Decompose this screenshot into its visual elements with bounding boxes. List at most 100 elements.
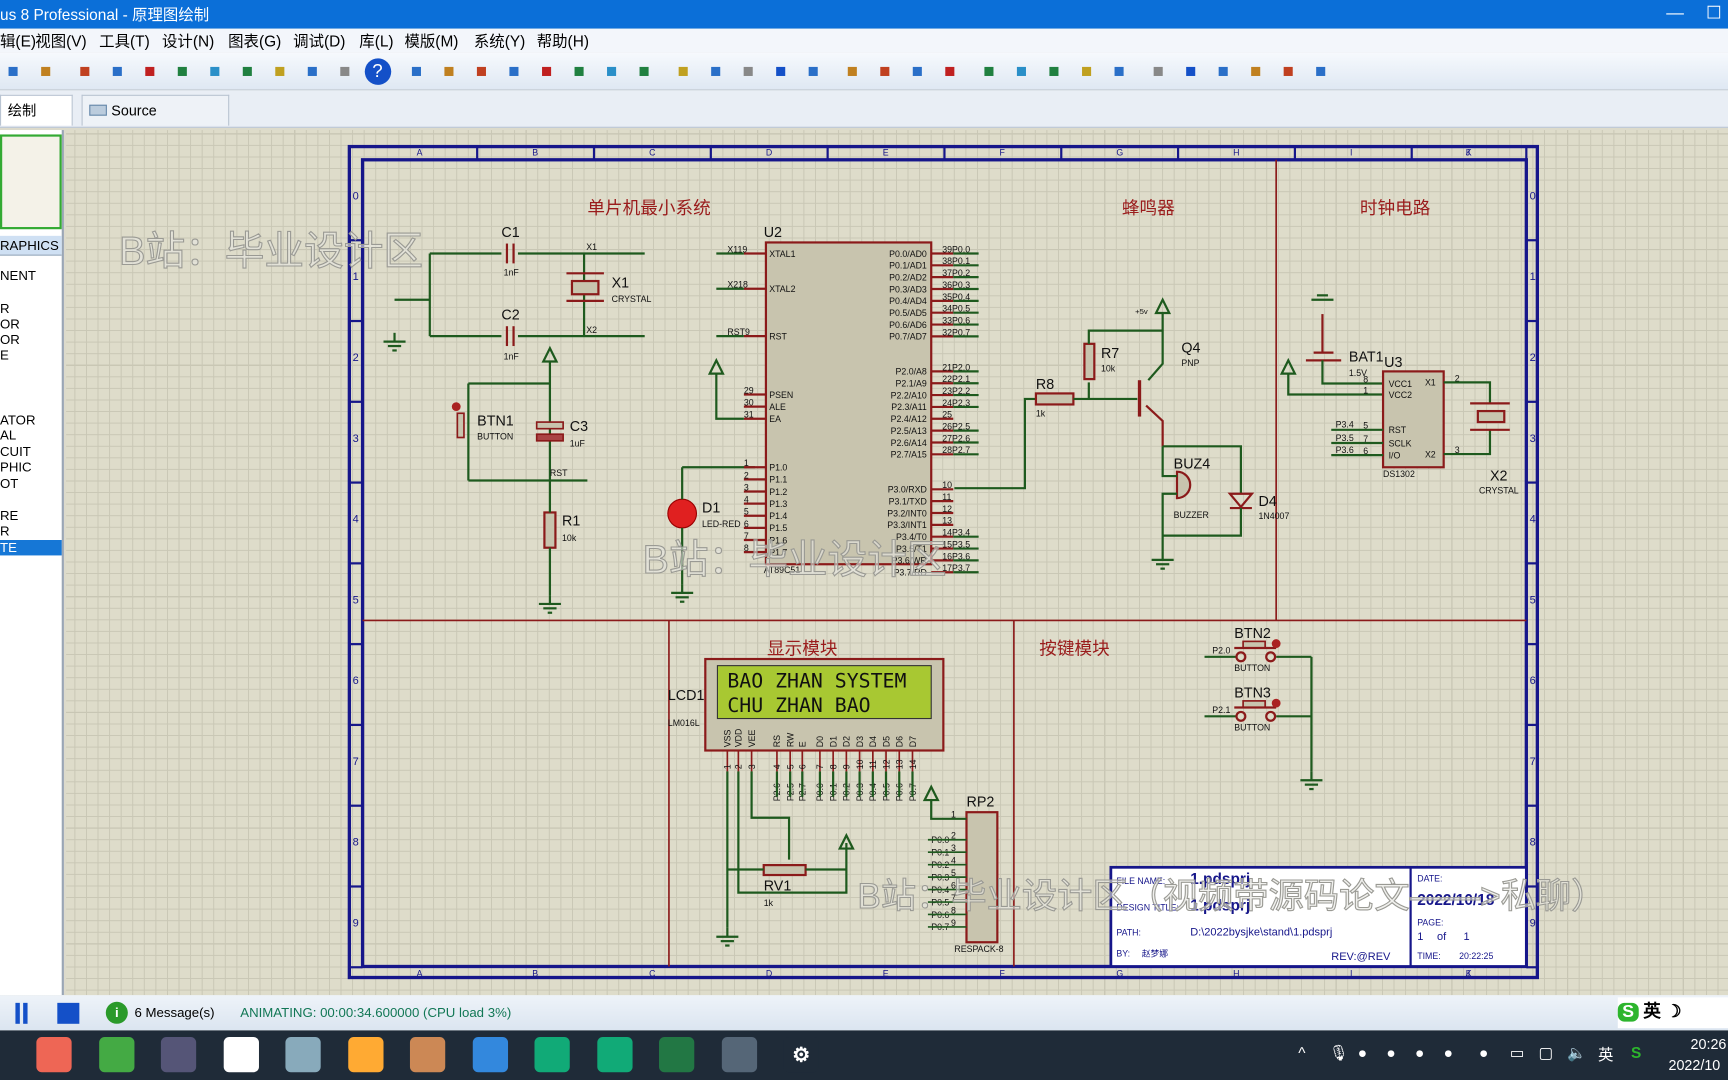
chrome-icon[interactable] [36,1037,72,1073]
wire [1087,329,1163,344]
row-label: 4 [1530,514,1536,526]
pin-name: P2.2/A10 [891,390,927,400]
proteus-icon[interactable] [721,1037,757,1073]
network-icon[interactable]: ▢ [1538,1044,1553,1063]
label: 1 [1417,931,1423,943]
sogou-icon[interactable]: S [1631,1044,1641,1062]
folder-icon[interactable] [347,1037,383,1073]
pin-number: 29 [744,385,754,395]
power-terminal-icon [707,357,725,375]
row-label: 5 [1530,594,1536,606]
pin-name: XTAL2 [769,284,795,294]
column-label: H [1233,147,1239,157]
label: DS1302 [1383,469,1415,479]
ie-icon[interactable] [98,1037,134,1073]
lcd-line: CHU ZHAN BAO [727,694,870,717]
pin-number: 1 [744,458,749,468]
pin-name: P3.1/TXD [889,496,927,506]
label: RST [550,468,568,478]
pause-button[interactable] [15,1002,20,1024]
mail-icon[interactable] [472,1037,508,1073]
pin-number: 11 [942,492,951,502]
label: C3 [570,419,588,435]
microphone-icon[interactable]: 🎙 [1329,1044,1349,1063]
pin-name: VEE [747,729,757,747]
label: PNP [1181,358,1199,368]
proteus-isis-icon[interactable] [409,1037,446,1073]
row-label: 2 [1530,352,1536,364]
taskbar: ^ 🎙 ● ● ● ● ● ▭ ▢ 🔈 英 S 20:26 2022/10 ⚙ [0,1030,1728,1080]
label: C2 [501,308,519,324]
label: BUTTON [1234,663,1270,673]
label: P2.0 [1212,646,1230,656]
clock-time[interactable]: 20:26 [1691,1036,1727,1053]
pin-number: 12 [881,759,891,769]
label: CRYSTAL [1479,486,1519,496]
wire [930,800,967,820]
pin-label: X1 [1425,378,1436,388]
schematic[interactable]: AABBCCDDEEFFGGHHIIJJKK0 01 12 23 34 45 56 67 78 8… [0,0,1728,1080]
clock-date[interactable]: 2022/10 [1668,1057,1720,1074]
label: BUZZER [1174,510,1209,520]
app-p-icon[interactable] [534,1037,570,1073]
volume-icon[interactable]: 🔈 [1567,1044,1586,1063]
ime-indicator[interactable]: S 英 ☽ [1617,997,1728,1029]
pin-name: RW [785,732,795,747]
power-terminal-icon [1154,297,1172,315]
pin-name: ALE [769,402,786,412]
row-label: 6 [353,675,359,687]
tray-expand-icon[interactable]: ^ [1298,1044,1305,1062]
power-terminal-icon [541,345,559,363]
column-label: F [1000,968,1006,978]
stop-button[interactable] [57,1002,80,1024]
row-label: 5 [353,594,359,606]
label: R7 [1101,346,1119,362]
pin-number: 3 [744,482,749,492]
pin-name: D4 [868,736,878,747]
qq-icon[interactable]: ● [1386,1044,1395,1062]
ime-tray[interactable]: 英 [1598,1044,1613,1066]
qq-icon[interactable]: ● [1479,1044,1488,1062]
pin-name: D7 [908,736,918,747]
settings-icon[interactable]: ⚙ [783,1037,819,1073]
pin-name: P3.0/RXD [888,485,927,495]
qq-icon[interactable]: ● [1358,1044,1367,1062]
app-ni-icon[interactable] [596,1037,633,1073]
crystal-icon [1476,409,1506,424]
visio-icon[interactable] [659,1037,695,1073]
messages-count[interactable]: 6 Message(s) [134,995,214,1030]
pin-name: P1.2 [769,487,787,497]
row-label: 7 [353,756,359,768]
pin-name: P2.3/A11 [891,402,927,412]
label: PATH: [1116,928,1141,938]
baidu-netdisk-icon[interactable] [223,1037,259,1073]
section-title: 单片机最小系统 [587,198,710,218]
button-indicator-icon [1271,698,1281,708]
wire [750,771,791,860]
label: P2.1 [1212,705,1230,715]
qq-icon[interactable]: ● [1415,1044,1424,1062]
pin-number: 1 [723,764,733,769]
wire [715,373,744,420]
row-label: 4 [353,514,359,526]
pin-name: EA [769,414,781,424]
pin-name: P0.2/AD2 [889,272,927,282]
section-title: 按键模块 [1039,639,1110,659]
battery-icon[interactable]: ▭ [1510,1044,1525,1063]
qq-icon[interactable]: ● [1444,1044,1453,1062]
column-label: E [883,147,889,157]
pin-name: VDD [734,729,744,748]
ime-label: 英 [1643,1002,1661,1022]
label: 1 [1464,931,1470,943]
column-label: B [532,147,538,157]
column-label: E [883,968,889,978]
pin-name: D2 [842,736,852,747]
section-title: 显示模块 [767,639,838,659]
button-contact [1235,651,1247,663]
glass-icon[interactable] [285,1037,321,1073]
pin-number: 7 [815,764,825,769]
pin-label: 1 [951,810,956,820]
pin-number: 9 [842,764,852,769]
simulation-status: ANIMATING: 00:00:34.600000 (CPU load 3%) [240,1005,512,1021]
notepad-icon[interactable] [160,1037,197,1073]
